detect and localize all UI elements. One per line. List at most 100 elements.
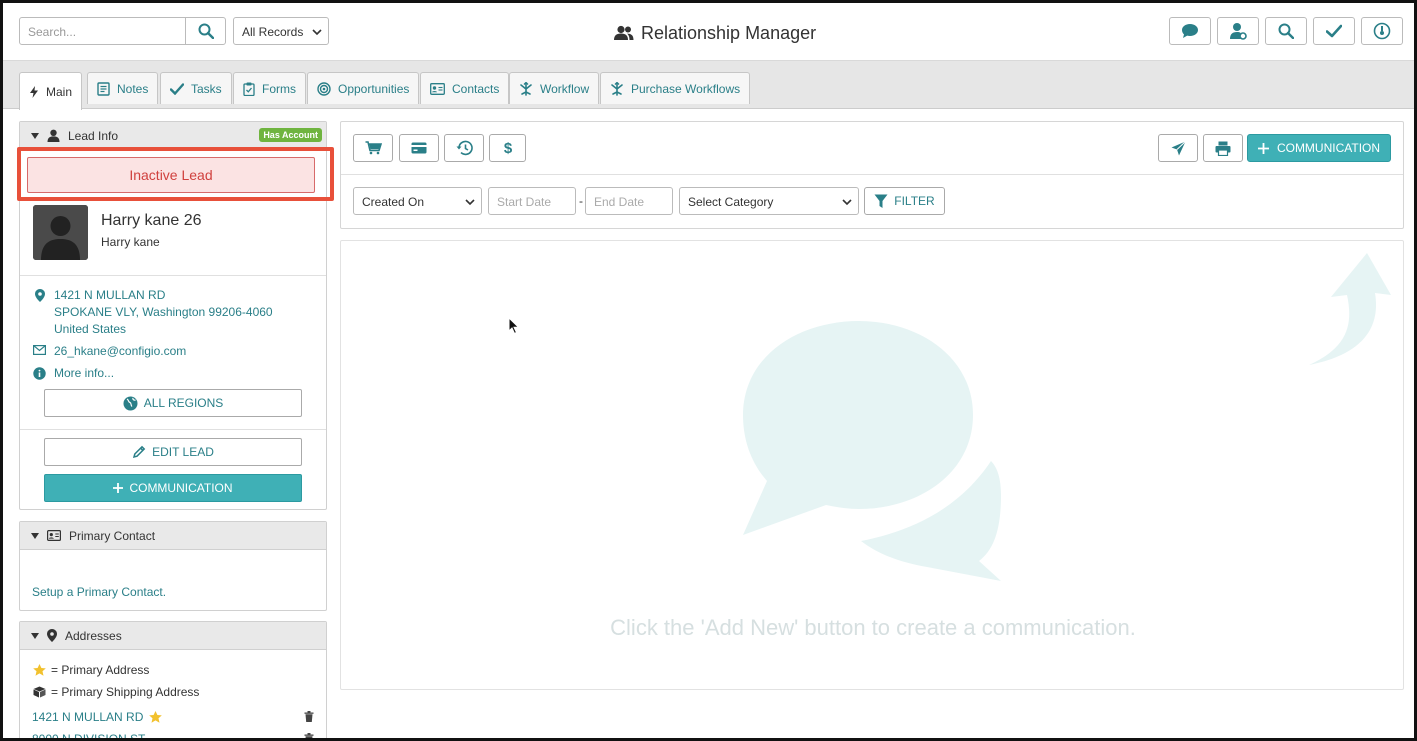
avatar: [33, 205, 88, 260]
print-button[interactable]: [1203, 134, 1243, 162]
tab-label: Tasks: [191, 81, 222, 96]
has-account-badge: Has Account: [259, 128, 322, 142]
address-list-item[interactable]: 8000 N DIVISION ST: [32, 732, 145, 738]
more-info-text: More info...: [54, 366, 115, 380]
notes-icon: [97, 81, 110, 96]
send-button[interactable]: [1158, 134, 1198, 162]
search-button[interactable]: [185, 17, 226, 45]
history-button[interactable]: [444, 134, 484, 162]
empty-state-message: Click the 'Add New' button to create a c…: [610, 615, 1136, 640]
caret-down-icon: [31, 132, 39, 139]
records-filter-value: All Records: [242, 25, 304, 39]
search-input[interactable]: Search...: [19, 17, 186, 45]
inactive-lead-highlight: [17, 147, 334, 201]
trash-icon[interactable]: [304, 733, 314, 741]
search-icon: [1278, 23, 1294, 39]
tab-label: Workflow: [540, 81, 590, 96]
tab-label: Purchase Workflows: [631, 81, 741, 96]
svg-text:$: $: [503, 140, 512, 156]
workflow-icon: [520, 81, 532, 96]
tab-forms[interactable]: Forms: [233, 72, 306, 104]
category-select-value: Select Category: [688, 195, 774, 209]
cart-icon: [365, 141, 382, 155]
dollar-button[interactable]: $: [489, 134, 526, 162]
primary-address-legend-text: = Primary Address: [51, 663, 150, 677]
caret-down-icon: [31, 532, 39, 539]
search-icon: [198, 23, 214, 39]
email-row[interactable]: 26_hkane@configio.com: [33, 343, 186, 360]
global-search-button[interactable]: [1265, 17, 1307, 45]
dashboard-icon: [1373, 22, 1391, 40]
tab-bar: Main Notes Tasks Forms Opportunities Con…: [3, 61, 1414, 110]
address-list-item[interactable]: 1421 N MULLAN RD: [32, 710, 163, 724]
caret-down-icon: [31, 632, 39, 639]
tab-label: Contacts: [452, 81, 500, 96]
id-card-icon: [47, 530, 61, 541]
star-icon: [33, 664, 46, 676]
shipping-address-legend-text: = Primary Shipping Address: [51, 685, 200, 699]
target-icon: [317, 81, 331, 96]
addresses-panel: Addresses = Primary Address = Primary Sh…: [19, 621, 327, 741]
end-date-input[interactable]: End Date: [585, 187, 673, 215]
globe-icon: [123, 396, 138, 410]
chevron-down-icon: [842, 199, 852, 206]
add-communication-button[interactable]: COMMUNICATION: [1247, 134, 1391, 162]
lead-name: Harry kane 26: [101, 212, 202, 229]
mouse-cursor-icon: [508, 317, 520, 335]
all-regions-button[interactable]: ALL REGIONS: [44, 389, 302, 417]
app-window: Search... All Records Relationship Manag…: [0, 0, 1417, 741]
tab-purchase-workflows[interactable]: Purchase Workflows: [600, 72, 751, 104]
tab-contacts[interactable]: Contacts: [420, 72, 510, 104]
tab-opportunities[interactable]: Opportunities: [307, 72, 420, 104]
address-item-text: 1421 N MULLAN RD: [32, 710, 144, 724]
more-info-link[interactable]: More info...: [33, 365, 114, 382]
payment-card-button[interactable]: [399, 134, 439, 162]
funnel-icon: [874, 194, 888, 208]
filter-button[interactable]: FILTER: [864, 187, 945, 215]
plus-icon: [113, 483, 124, 493]
tab-workflow[interactable]: Workflow: [509, 72, 600, 104]
check-icon: [1326, 24, 1342, 38]
address-line-2: SPOKANE VLY, Washington 99206-4060: [54, 305, 273, 319]
addresses-header[interactable]: Addresses: [20, 622, 326, 650]
trash-icon[interactable]: [304, 711, 314, 722]
tab-notes[interactable]: Notes: [87, 72, 159, 104]
address-block[interactable]: 1421 N MULLAN RD SPOKANE VLY, Washington…: [33, 287, 273, 338]
lead-info-header[interactable]: Lead Info Has Account: [20, 122, 326, 150]
speech-bubbles-icon: [743, 321, 1001, 581]
all-regions-label: ALL REGIONS: [143, 396, 224, 410]
lead-communication-button[interactable]: COMMUNICATION: [44, 474, 302, 502]
setup-primary-contact-link[interactable]: Setup a Primary Contact.: [32, 585, 166, 599]
star-icon: [149, 711, 163, 723]
dashboard-button[interactable]: [1361, 17, 1403, 45]
tasks-check-button[interactable]: [1313, 17, 1355, 45]
communications-list-panel: Click the 'Add New' button to create a c…: [340, 240, 1404, 690]
start-date-input[interactable]: Start Date: [488, 187, 576, 215]
user-settings-icon: [1230, 23, 1247, 40]
tab-label: Forms: [262, 81, 296, 96]
credit-card-icon: [411, 142, 427, 154]
address-line-3: United States: [54, 322, 127, 336]
clipboard-icon: [243, 82, 255, 96]
user-icon: [47, 129, 60, 142]
bolt-icon: [30, 85, 38, 98]
date-field-select[interactable]: Created On: [353, 187, 482, 215]
date-range-separator: -: [579, 194, 583, 208]
chat-button[interactable]: [1169, 17, 1211, 45]
records-filter-select[interactable]: All Records: [233, 17, 329, 45]
cart-button[interactable]: [353, 134, 393, 162]
category-select[interactable]: Select Category: [679, 187, 859, 215]
primary-contact-header[interactable]: Primary Contact: [20, 522, 326, 550]
user-settings-button[interactable]: [1217, 17, 1259, 45]
primary-contact-title: Primary Contact: [69, 528, 156, 543]
edit-lead-button[interactable]: EDIT LEAD: [44, 438, 302, 466]
add-communication-label: COMMUNICATION: [1276, 141, 1381, 155]
pencil-icon: [133, 445, 146, 459]
workflow-icon: [611, 81, 623, 96]
tab-tasks[interactable]: Tasks: [160, 72, 232, 104]
page-title-text: Relationship Manager: [641, 22, 817, 43]
communication-toolbar: $ COMMUNICATION Created On Start Date - …: [340, 121, 1404, 229]
tab-main[interactable]: Main: [19, 72, 83, 110]
date-field-value: Created On: [362, 195, 425, 209]
divider: [20, 429, 326, 430]
